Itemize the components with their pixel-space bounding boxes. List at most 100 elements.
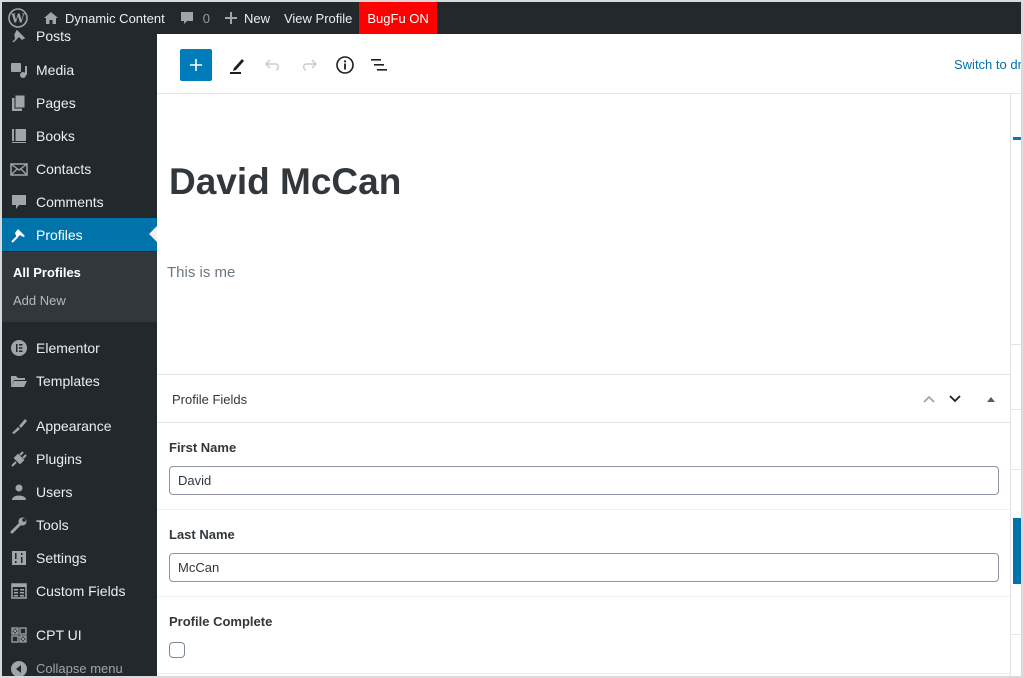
divider: [1011, 634, 1021, 635]
sidebar-item-profiles[interactable]: Profiles: [2, 218, 157, 251]
brush-icon: [9, 416, 29, 436]
switch-to-draft-button[interactable]: Switch to dra: [954, 57, 1021, 72]
tools-button[interactable]: [221, 49, 253, 81]
sidebar-item-custom-fields[interactable]: Custom Fields: [2, 574, 157, 607]
view-profile-label: View Profile: [283, 10, 353, 26]
book-icon: [9, 126, 29, 146]
post-title[interactable]: David McCan: [169, 161, 401, 203]
pin-icon: [9, 225, 29, 245]
sidebar-item-label: Settings: [36, 549, 87, 566]
sidebar-item-label: Pages: [36, 94, 76, 111]
sidebar-item-plugins[interactable]: Plugins: [2, 442, 157, 475]
sidebar-item-tools[interactable]: Tools: [2, 508, 157, 541]
sidebar-item-label: Tools: [36, 516, 69, 533]
divider: [1011, 469, 1021, 470]
collapse-icon: [9, 659, 29, 676]
sidebar-item-label: Books: [36, 127, 75, 144]
settings-icon: [9, 548, 29, 568]
triangle-up-icon: [987, 397, 995, 402]
undo-icon: [264, 59, 279, 71]
undo-button[interactable]: [257, 49, 289, 81]
view-profile-link[interactable]: View Profile: [277, 2, 359, 34]
add-block-button[interactable]: [180, 49, 212, 81]
divider: [1011, 409, 1021, 410]
sidebar-item-label: Appearance: [36, 417, 112, 434]
bugfu-toggle[interactable]: BugFu ON: [359, 2, 437, 34]
chevron-up-icon: [923, 395, 935, 403]
table-icon: [9, 581, 29, 601]
sidebar-item-comments[interactable]: Comments: [2, 185, 157, 218]
plus-icon: [190, 59, 202, 71]
window-frame: W Dynamic Content 0 New View Profile Bug…: [2, 2, 1021, 676]
last-name-input[interactable]: [169, 553, 999, 582]
active-tab-indicator[interactable]: [1013, 137, 1021, 140]
collapse-label: Collapse menu: [36, 661, 123, 676]
submenu-add-new[interactable]: Add New: [13, 293, 66, 308]
sidebar-item-contacts[interactable]: Contacts: [2, 152, 157, 185]
new-label: New: [243, 10, 270, 26]
sidebar-item-settings[interactable]: Settings: [2, 541, 157, 574]
editor-content: David McCan This is me: [157, 94, 1010, 374]
sidebar-item-pages[interactable]: Pages: [2, 86, 157, 119]
sidebar-item-label: Media: [36, 61, 75, 78]
grid-icon: [9, 625, 29, 645]
sidebar-scrollbar[interactable]: [1013, 518, 1021, 584]
profiles-submenu: All Profiles Add New: [2, 252, 157, 322]
comments-link[interactable]: 0: [172, 2, 217, 34]
bugfu-label: BugFu ON: [367, 10, 429, 26]
sidebar-item-label: Templates: [36, 372, 100, 389]
sidebar-item-label: Custom Fields: [36, 582, 126, 599]
field-label: First Name: [169, 440, 237, 455]
pencil-icon: [230, 59, 244, 74]
envelope-icon: [9, 159, 29, 179]
sidebar-item-elementor[interactable]: Elementor: [2, 331, 157, 364]
redo-icon: [303, 59, 318, 71]
move-down-button[interactable]: [945, 389, 965, 409]
elementor-icon: [9, 338, 29, 358]
block-navigation-button[interactable]: [363, 49, 395, 81]
chevron-down-icon: [949, 395, 961, 403]
field-profile-complete: Profile Complete: [157, 597, 1010, 674]
sidebar-item-label: Contacts: [36, 160, 92, 177]
editor-toolbar: Switch to dra: [157, 34, 1021, 94]
sidebar-item-appearance[interactable]: Appearance: [2, 409, 157, 442]
folder-icon: [9, 371, 29, 391]
submenu-all-profiles[interactable]: All Profiles: [13, 265, 81, 280]
sidebar-item-label: Profiles: [36, 226, 83, 243]
first-name-input[interactable]: [169, 466, 999, 495]
sidebar-item-label: Posts: [36, 27, 72, 44]
sidebar-item-templates[interactable]: Templates: [2, 364, 157, 397]
admin-sidebar: Posts Media Pages Books Contacts Comment…: [2, 28, 157, 676]
toggle-panel-button[interactable]: [981, 389, 1001, 409]
metabox-title: Profile Fields: [172, 392, 248, 407]
sidebar-item-books[interactable]: Books: [2, 119, 157, 152]
sidebar-item-users[interactable]: Users: [2, 475, 157, 508]
move-up-button[interactable]: [919, 389, 939, 409]
collapse-menu-button[interactable]: Collapse menu: [2, 652, 157, 676]
paragraph-block[interactable]: This is me: [167, 264, 235, 281]
pin-icon: [9, 26, 29, 46]
block-editor: Switch to dra David McCan This is me Pro…: [157, 34, 1021, 676]
pages-icon: [9, 93, 29, 113]
info-icon: [336, 56, 354, 74]
field-first-name: First Name: [157, 423, 1010, 510]
sidebar-item-label: Plugins: [36, 450, 82, 467]
new-content-link[interactable]: New: [217, 2, 277, 34]
sidebar-item-label: Users: [36, 483, 73, 500]
field-last-name: Last Name: [157, 510, 1010, 597]
profile-complete-checkbox[interactable]: [169, 642, 185, 658]
user-icon: [9, 482, 29, 502]
sidebar-item-cpt-ui[interactable]: CPT UI: [2, 618, 157, 651]
comments-count: 0: [202, 10, 210, 26]
sidebar-item-label: Elementor: [36, 339, 100, 356]
plug-icon: [9, 449, 29, 469]
sidebar-item-media[interactable]: Media: [2, 53, 157, 86]
settings-sidebar-edge: [1010, 94, 1021, 676]
sidebar-item-label: Comments: [36, 193, 104, 210]
content-info-button[interactable]: [329, 49, 361, 81]
wrench-icon: [9, 515, 29, 535]
comment-icon: [9, 192, 29, 212]
sidebar-item-posts[interactable]: Posts: [2, 19, 157, 52]
redo-button[interactable]: [293, 49, 325, 81]
sidebar-item-label: CPT UI: [36, 626, 82, 643]
